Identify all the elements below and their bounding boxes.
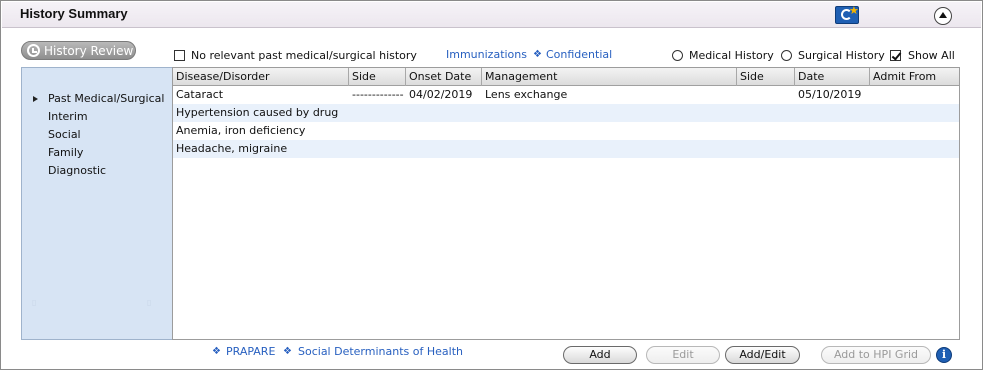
surgical-history-radio[interactable] xyxy=(781,50,792,61)
faint-mark-right: ▯ xyxy=(147,298,152,307)
grid-header: Disease/Disorder Side Onset Date Managem… xyxy=(173,68,959,86)
collapse-up-icon[interactable] xyxy=(934,7,952,25)
clock-icon xyxy=(27,44,40,57)
confidential-link[interactable]: Confidential xyxy=(546,48,612,61)
add-button[interactable]: Add xyxy=(563,346,637,364)
history-summary-panel: History Summary ★ History Review No rele… xyxy=(0,0,983,370)
column-header-disease[interactable]: Disease/Disorder xyxy=(173,68,349,86)
no-relevant-history-label: No relevant past medical/surgical histor… xyxy=(191,49,417,62)
column-header-date[interactable]: Date xyxy=(795,68,870,86)
history-category-sidebar: Past Medical/Surgical Interim Social Fam… xyxy=(21,67,173,340)
cell-disease: Cataract xyxy=(176,88,224,101)
cell-date: 05/10/2019 xyxy=(798,88,862,101)
sidebar-item-past-medical-surgical[interactable]: Past Medical/Surgical xyxy=(48,92,164,105)
surgical-history-label: Surgical History xyxy=(798,49,885,62)
info-icon[interactable]: i xyxy=(936,347,952,363)
prapare-link[interactable]: PRAPARE xyxy=(226,345,275,358)
sidebar-item-diagnostic[interactable]: Diagnostic xyxy=(48,164,106,177)
prapare-diamond-icon: ❖ xyxy=(212,346,221,357)
history-review-button[interactable]: History Review xyxy=(21,41,136,60)
cell-disease: Hypertension caused by drug xyxy=(176,106,339,119)
sdoh-diamond-icon: ❖ xyxy=(283,346,292,357)
sidebar-item-social[interactable]: Social xyxy=(48,128,81,141)
column-header-side-2[interactable]: Side xyxy=(737,68,795,86)
selected-arrow-icon xyxy=(33,96,38,102)
sidebar-item-interim[interactable]: Interim xyxy=(48,110,88,123)
table-row[interactable]: Anemia, iron deficiency xyxy=(173,122,959,140)
history-grid: Disease/Disorder Side Onset Date Managem… xyxy=(172,67,960,340)
faint-mark-left: ▯ xyxy=(32,298,37,307)
table-row[interactable]: Cataract ------------------ 04/02/2019 L… xyxy=(173,86,959,104)
confidential-diamond-icon: ❖ xyxy=(533,49,542,60)
table-row[interactable]: Hypertension caused by drug xyxy=(173,104,959,122)
show-all-checkbox[interactable] xyxy=(890,50,901,61)
title-bar: History Summary ★ xyxy=(2,2,981,28)
immunizations-link[interactable]: Immunizations xyxy=(446,48,527,61)
cell-management: Lens exchange xyxy=(485,88,568,101)
medical-history-radio[interactable] xyxy=(672,50,683,61)
show-all-label: Show All xyxy=(908,49,955,62)
cell-onset-date: 04/02/2019 xyxy=(409,88,473,101)
medical-history-label: Medical History xyxy=(689,49,774,62)
c-star-app-icon[interactable]: ★ xyxy=(835,5,859,24)
history-review-label: History Review xyxy=(44,44,134,58)
column-header-side[interactable]: Side xyxy=(349,68,406,86)
column-header-onset-date[interactable]: Onset Date xyxy=(406,68,482,86)
sidebar-item-family[interactable]: Family xyxy=(48,146,83,159)
table-row[interactable]: Headache, migraine xyxy=(173,140,959,158)
add-to-hpi-grid-button[interactable]: Add to HPI Grid xyxy=(821,346,931,364)
social-determinants-link[interactable]: Social Determinants of Health xyxy=(298,345,463,358)
panel-title: History Summary xyxy=(20,6,128,21)
edit-button[interactable]: Edit xyxy=(646,346,720,364)
add-edit-button[interactable]: Add/Edit xyxy=(725,346,800,364)
no-relevant-history-checkbox[interactable] xyxy=(174,50,185,61)
column-header-management[interactable]: Management xyxy=(482,68,737,86)
column-header-admit-from[interactable]: Admit From xyxy=(870,68,959,86)
cell-side: ------------------ xyxy=(352,88,404,101)
cell-disease: Headache, migraine xyxy=(176,142,288,155)
cell-disease: Anemia, iron deficiency xyxy=(176,124,306,137)
